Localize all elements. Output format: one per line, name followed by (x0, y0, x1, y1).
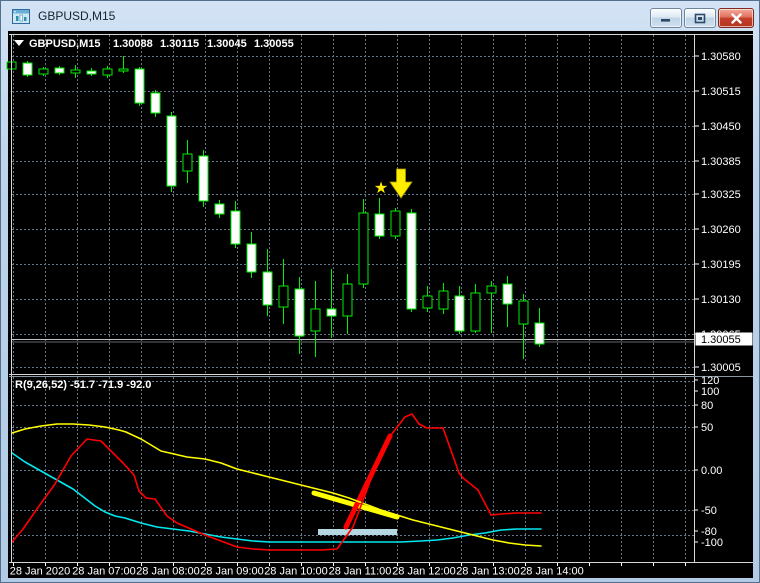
candle-body (38, 68, 49, 75)
candle-body (342, 283, 353, 317)
indicator-scale-label: 100 (701, 386, 719, 398)
candle-body (198, 155, 209, 202)
price-axis-label: 1.30260 (701, 224, 741, 236)
price-axis-label: 1.30005 (701, 362, 741, 374)
time-axis-label: 28 Jan 09:00 (200, 566, 264, 578)
header-low: 1.30045 (207, 38, 247, 50)
candle-body (438, 290, 449, 310)
price-axis-label: 1.30385 (701, 156, 741, 168)
indicator-scale-label: 50 (701, 422, 713, 434)
candle-body (134, 68, 145, 104)
candle-body (118, 68, 129, 72)
indicator-scale-label: -50 (701, 505, 717, 517)
candle-body (454, 295, 465, 332)
candle-body (166, 115, 177, 187)
time-axis-label: 28 Jan 07:00 (72, 566, 136, 578)
time-axis-label: 28 Jan 2020 (10, 566, 71, 578)
time-axis-label: 28 Jan 10:00 (264, 566, 328, 578)
candle-body (102, 68, 113, 76)
candle-body (422, 295, 433, 309)
candle-body (502, 283, 513, 305)
price-axis-label: 1.30325 (701, 189, 741, 201)
indicator-scale-label: 80 (701, 400, 713, 412)
price-axis-label: 1.30195 (701, 259, 741, 271)
header-high: 1.30115 (160, 38, 199, 50)
price-axis-label: 1.30450 (701, 121, 741, 133)
candle-body (534, 322, 545, 345)
chart-canvas[interactable]: ★ 1.30580 1.30515 1.30450 1.30385 1.30325 1.30… (1, 1, 760, 583)
candle-body (182, 153, 193, 172)
chart-client-area[interactable] (8, 31, 753, 578)
candle-body (262, 271, 273, 306)
candle-body (70, 69, 81, 74)
mt4-chart-window: GBPUSD,M15 ★ 1.30580 1.30515 1.30450 1.30385… (0, 0, 760, 583)
time-axis-label: 28 Jan 11:00 (329, 566, 392, 578)
candle-body (518, 300, 529, 325)
candle-body (374, 213, 385, 237)
indicator-scale-label: 0.00 (701, 465, 722, 477)
candle-body (310, 308, 321, 332)
current-price-label: 1.30055 (701, 334, 741, 346)
candle-body (246, 243, 257, 273)
time-axis-label: 28 Jan 13:00 (456, 566, 520, 578)
candle-body (486, 285, 497, 294)
candle-body (230, 210, 241, 245)
candle-body (214, 203, 225, 215)
star-marker-icon: ★ (374, 180, 388, 197)
price-axis-label: 1.30580 (701, 51, 741, 63)
candle-body (358, 212, 369, 285)
header-symbol: GBPUSD,M15 (29, 38, 101, 50)
candle-body (406, 212, 417, 310)
candle-body (326, 308, 337, 317)
candle-body (278, 285, 289, 308)
header-open: 1.30088 (113, 38, 153, 50)
candle-body (86, 70, 97, 75)
candle-body (470, 292, 481, 332)
indicator-scale-label: -100 (701, 537, 723, 549)
time-axis-label: 28 Jan 14:00 (520, 566, 584, 578)
price-axis-label: 1.30515 (701, 86, 741, 98)
candle-body (294, 288, 305, 337)
candle-body (150, 92, 161, 114)
header-close: 1.30055 (254, 38, 294, 50)
price-axis-label: 1.30130 (701, 294, 741, 306)
candle-body (54, 67, 65, 74)
candle-body (22, 62, 33, 76)
time-axis-label: 28 Jan 12:00 (392, 566, 456, 578)
time-axis-label: 28 Jan 08:00 (136, 566, 200, 578)
indicator-label: R(9,26,52) -51.7 -71.9 -92.0 (15, 379, 151, 391)
candle-body (390, 210, 401, 237)
